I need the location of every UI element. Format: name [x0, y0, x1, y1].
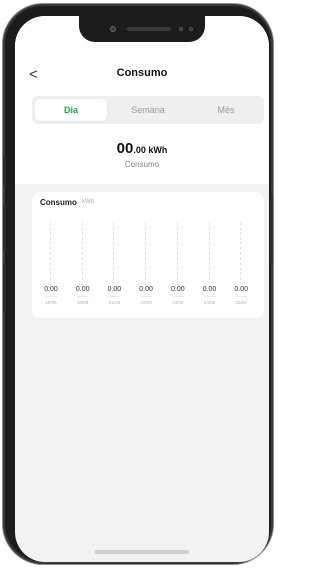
bar-value-label: 0.00: [75, 286, 90, 293]
bar-value-label: 0.00: [170, 286, 185, 293]
chart-column[interactable]: 0.00 19/09: [38, 218, 64, 310]
bar-date-label: 21/09: [108, 300, 121, 305]
bar-value-label: 0.00: [44, 286, 58, 293]
page-title: Consumo: [116, 67, 168, 79]
app-screen: < Consumo Dia Semana Mês 00.00 kWh Consu…: [15, 16, 269, 562]
phone-frame: < Consumo Dia Semana Mês 00.00 kWh Consu…: [3, 4, 273, 564]
chart-gridline: [176, 222, 178, 290]
bar-mark: [171, 296, 184, 297]
bar-mark: [76, 296, 89, 297]
tab-mes[interactable]: Mês: [190, 99, 262, 121]
notch: [79, 16, 205, 42]
total-label: Consumo: [124, 160, 160, 169]
chart-column[interactable]: 0.00 24/09: [197, 218, 223, 310]
chart-title: Consumo: [40, 198, 77, 207]
bar-date-label: 22/09: [140, 300, 152, 305]
power-button: [270, 194, 273, 264]
volume-up-button: [3, 204, 6, 252]
total-value-integer: 00: [116, 140, 134, 157]
chart-column[interactable]: 0.00 21/09: [101, 218, 127, 310]
chart-column[interactable]: 0.00 20/09: [70, 218, 96, 310]
bar-mark: [140, 296, 153, 297]
total-consumption: 00.00 kWh: [15, 140, 269, 158]
chart-gridline: [81, 222, 83, 290]
bar-date-label: 19/09: [45, 300, 57, 305]
chart-gridline: [145, 222, 147, 290]
bar-mark: [108, 296, 121, 297]
chart-gridline: [240, 222, 242, 290]
bar-value-label: 0.00: [202, 286, 217, 293]
tab-dia[interactable]: Dia: [35, 99, 107, 121]
bar-date-label: 23/09: [172, 300, 184, 305]
bar-date-label: 24/09: [203, 300, 216, 305]
camera-icon: [110, 26, 116, 32]
bar-mark: [235, 296, 248, 297]
chart-column[interactable]: 0.00 23/09: [165, 218, 191, 310]
total-value-decimal: .00 kWh: [133, 145, 168, 155]
bar-date-label: 20/09: [77, 300, 89, 305]
bar-date-label: 25/09: [235, 300, 247, 305]
chart-column[interactable]: 0.00 25/09: [228, 218, 254, 310]
silent-switch: [3, 154, 6, 186]
chart-unit: kWh: [82, 199, 94, 205]
bar-mark: [203, 296, 216, 297]
period-segmented-control: Dia Semana Mês: [32, 96, 264, 124]
chart-gridline: [113, 222, 115, 290]
chart-gridline: [50, 222, 51, 290]
bar-value-label: 0.00: [139, 286, 153, 293]
home-indicator: [95, 550, 189, 554]
speaker-grille: [127, 27, 171, 31]
sensor-icon: [189, 27, 193, 31]
tab-semana[interactable]: Semana: [112, 99, 184, 121]
sensor-icon: [179, 27, 183, 31]
bar-mark: [45, 296, 57, 297]
chart-gridline: [208, 222, 210, 290]
nav-header: < Consumo: [15, 66, 269, 86]
chart-column[interactable]: 0.00 22/09: [133, 218, 159, 310]
consumption-chart-card: Consumo kWh 0.00 19/09 0.00 20/09 0.00 21/09 0…: [32, 192, 264, 318]
bar-value-label: 0.00: [107, 286, 122, 293]
volume-down-button: [3, 264, 6, 312]
bar-value-label: 0.00: [234, 286, 248, 293]
